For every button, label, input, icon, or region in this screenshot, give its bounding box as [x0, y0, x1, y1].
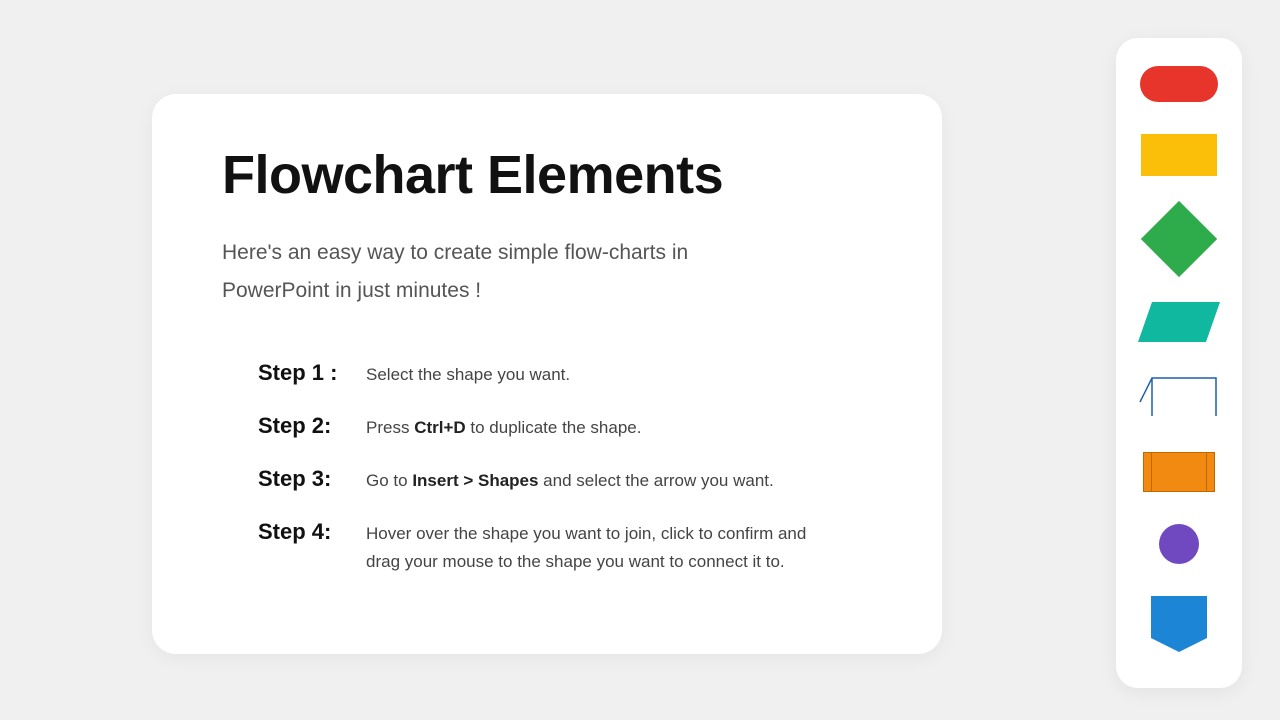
- page-title: Flowchart Elements: [222, 144, 872, 206]
- data-shape-icon[interactable]: [1138, 302, 1220, 342]
- steps-list: Step 1 : Select the shape you want. Step…: [222, 360, 872, 576]
- subroutine-shape-icon[interactable]: [1143, 452, 1215, 492]
- step-label: Step 3:: [258, 466, 366, 492]
- main-card: Flowchart Elements Here's an easy way to…: [152, 94, 942, 654]
- step-row: Step 4: Hover over the shape you want to…: [258, 519, 872, 576]
- step-label: Step 1 :: [258, 360, 366, 386]
- connector-shape-icon[interactable]: [1159, 524, 1199, 564]
- step-text: Go to Insert > Shapes and select the arr…: [366, 467, 774, 495]
- step-label: Step 4:: [258, 519, 366, 545]
- process-shape-icon[interactable]: [1141, 134, 1217, 176]
- offpage-shape-icon[interactable]: [1151, 596, 1207, 652]
- step-text: Select the shape you want.: [366, 361, 570, 389]
- step-row: Step 1 : Select the shape you want.: [258, 360, 872, 389]
- step-text: Hover over the shape you want to join, c…: [366, 520, 826, 576]
- subtitle: Here's an easy way to create simple flow…: [222, 234, 782, 310]
- manual-input-shape-icon[interactable]: [1138, 374, 1220, 420]
- step-label: Step 2:: [258, 413, 366, 439]
- step-text: Press Ctrl+D to duplicate the shape.: [366, 414, 641, 442]
- terminator-shape-icon[interactable]: [1140, 66, 1218, 102]
- decision-shape-icon[interactable]: [1141, 201, 1217, 277]
- step-row: Step 2: Press Ctrl+D to duplicate the sh…: [258, 413, 872, 442]
- shape-palette: [1116, 38, 1242, 688]
- step-row: Step 3: Go to Insert > Shapes and select…: [258, 466, 872, 495]
